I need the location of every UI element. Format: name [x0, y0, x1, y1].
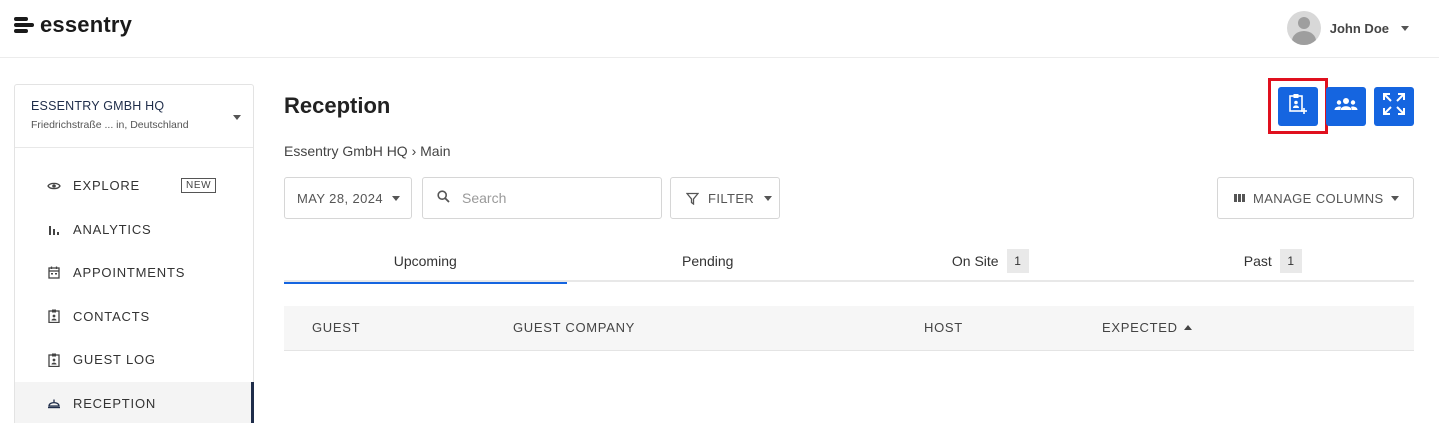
chevron-down-icon: [1391, 195, 1399, 201]
logo-mark-icon: [14, 14, 38, 36]
columns-icon: [1234, 194, 1245, 202]
column-header-host[interactable]: HOST: [924, 320, 963, 335]
clipboard-add-icon: [1288, 93, 1308, 120]
chevron-down-icon: [392, 195, 400, 201]
sidebar-item-label: RECEPTION: [73, 395, 157, 411]
user-name: John Doe: [1329, 20, 1389, 36]
breadcrumb: Essentry GmbH HQ › Main: [284, 143, 451, 159]
sidebar-item-label: GUEST LOG: [73, 352, 156, 368]
filter-icon: [686, 192, 699, 205]
eye-icon: [47, 179, 61, 193]
filter-label: FILTER: [708, 190, 755, 206]
org-selector[interactable]: ESSENTRY GMBH HQ Friedrichstraße ... in,…: [15, 85, 253, 148]
filter-button[interactable]: FILTER: [670, 177, 780, 219]
sidebar-item-label: ANALYTICS: [73, 221, 152, 237]
tab-upcoming[interactable]: Upcoming: [284, 240, 567, 284]
date-picker-button[interactable]: MAY 28, 2024: [284, 177, 412, 219]
sidebar-item-analytics[interactable]: ANALYTICS: [15, 208, 253, 252]
sidebar-item-guest-log[interactable]: GUEST LOG: [15, 338, 253, 382]
tab-label: Pending: [682, 253, 734, 269]
column-header-label: HOST: [924, 320, 963, 335]
avatar: [1286, 11, 1321, 45]
search-icon: [437, 190, 450, 206]
org-name: ESSENTRY GMBH HQ: [31, 99, 165, 113]
brand-logo[interactable]: essentry: [14, 12, 132, 38]
column-header-label: EXPECTED: [1102, 320, 1178, 335]
chevron-down-icon: [233, 115, 241, 120]
clipboard-person-icon: [47, 309, 61, 324]
sidebar-item-contacts[interactable]: CONTACTS: [15, 295, 253, 339]
manage-columns-label: MANAGE COLUMNS: [1253, 190, 1384, 206]
page-title: Reception: [284, 93, 391, 118]
tab-label: On Site: [951, 253, 999, 269]
tab-count-badge: 1: [1279, 249, 1302, 273]
manage-columns-button[interactable]: MANAGE COLUMNS: [1217, 177, 1414, 219]
sidebar-item-label: EXPLORE: [73, 178, 141, 194]
sidebar-item-appointments[interactable]: APPOINTMENTS: [15, 251, 253, 295]
tab-past[interactable]: Past 1: [1132, 240, 1415, 282]
top-bar: essentry John Doe: [0, 0, 1439, 58]
fullscreen-button[interactable]: [1374, 87, 1414, 126]
date-label: MAY 28, 2024: [297, 190, 383, 206]
search-input[interactable]: Search: [422, 177, 662, 219]
sort-ascending-icon: [1183, 325, 1192, 330]
tab-pending[interactable]: Pending: [567, 240, 850, 282]
bar-chart-icon: [47, 222, 61, 236]
sidebar-item-reception[interactable]: RECEPTION: [15, 381, 254, 423]
service-bell-icon: [47, 396, 61, 410]
tab-on-site[interactable]: On Site 1: [849, 240, 1132, 282]
add-guest-button[interactable]: [1278, 87, 1318, 126]
sidebar-item-label: APPOINTMENTS: [73, 265, 186, 281]
tab-label: Upcoming: [393, 253, 457, 269]
group-button[interactable]: [1326, 87, 1366, 126]
search-placeholder: Search: [462, 190, 507, 206]
calendar-icon: [47, 266, 61, 280]
sidebar-nav: EXPLORE NEW ANALYTICS APPOINTMENTS CONTA…: [15, 164, 254, 423]
chevron-down-icon: [764, 195, 773, 201]
new-badge: NEW: [181, 178, 217, 194]
user-menu[interactable]: John Doe: [1286, 11, 1409, 45]
column-header-expected[interactable]: EXPECTED: [1102, 320, 1192, 335]
tab-count-badge: 1: [1006, 249, 1029, 273]
table-header: GUEST GUEST COMPANY HOST EXPECTED: [284, 306, 1414, 351]
sidebar-item-explore[interactable]: EXPLORE NEW: [15, 164, 253, 208]
sidebar-item-label: CONTACTS: [73, 308, 150, 324]
column-header-guest[interactable]: GUEST: [312, 320, 360, 335]
column-header-label: GUEST COMPANY: [513, 320, 636, 335]
tab-label: Past: [1243, 253, 1272, 269]
group-icon: [1334, 97, 1358, 116]
brand-name: essentry: [40, 12, 133, 37]
sidebar: ESSENTRY GMBH HQ Friedrichstraße ... in,…: [14, 84, 254, 423]
chevron-down-icon: [1401, 25, 1409, 31]
org-address: Friedrichstraße ... in, Deutschland: [31, 119, 189, 131]
column-header-label: GUEST: [312, 320, 361, 335]
tab-bar: Upcoming Pending On Site 1 Past 1: [284, 240, 1415, 284]
clipboard-person-icon: [47, 353, 61, 367]
fullscreen-icon: [1382, 92, 1406, 121]
column-header-guest-company[interactable]: GUEST COMPANY: [513, 320, 635, 335]
